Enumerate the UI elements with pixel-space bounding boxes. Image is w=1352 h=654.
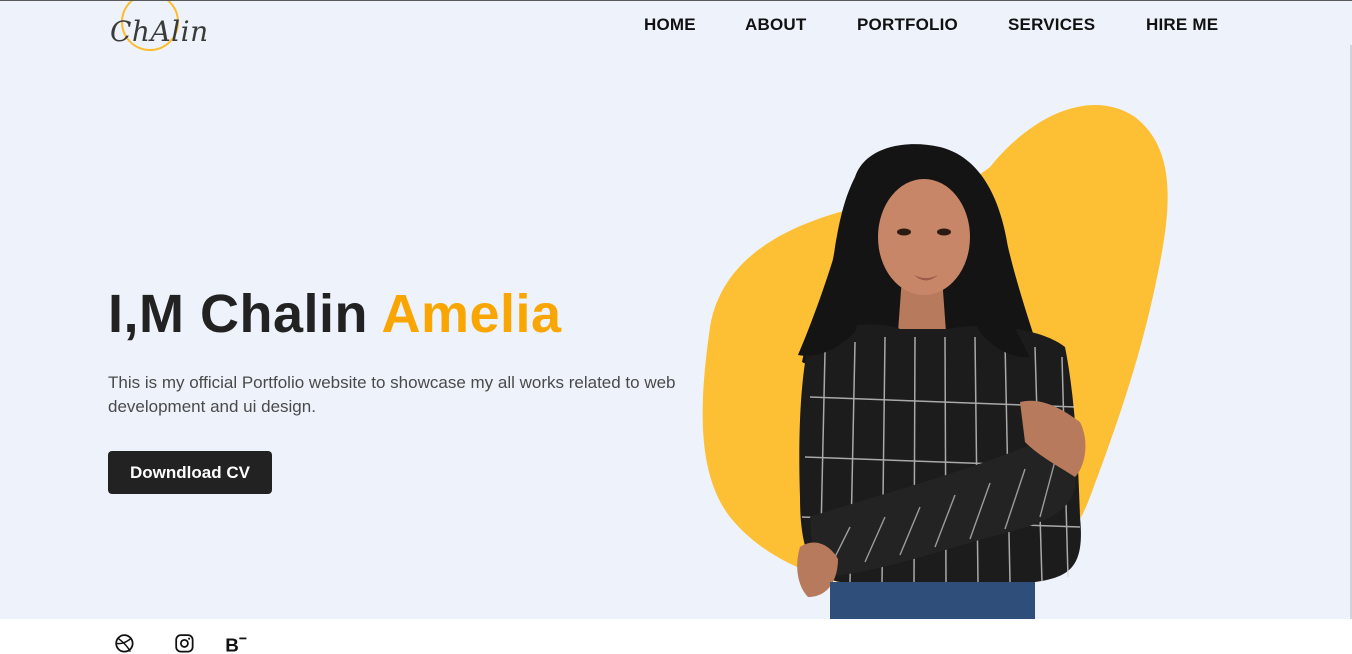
right-eye	[937, 228, 951, 236]
hero-title: I,M Chalin Amelia	[108, 283, 562, 345]
logo-text: ChAlin	[110, 15, 209, 48]
download-cv-button[interactable]: Downdload CV	[108, 451, 272, 494]
nav-portfolio[interactable]: PORTFOLIO	[857, 15, 958, 35]
hero-section: ChAlin HOME ABOUT PORTFOLIO SERVICES HIR…	[0, 1, 1352, 619]
hero-title-highlight: Amelia	[381, 284, 562, 344]
hero-description: This is my official Portfolio website to…	[108, 373, 676, 416]
face	[878, 179, 970, 295]
instagram-icon[interactable]	[168, 634, 202, 654]
jeans	[830, 582, 1035, 619]
site-logo[interactable]: ChAlin	[108, 1, 220, 57]
nav-hire-me[interactable]: HIRE ME	[1146, 15, 1218, 35]
hero-title-name: I,M Chalin	[108, 284, 368, 344]
nav-about[interactable]: ABOUT	[745, 15, 806, 35]
dribbble-icon[interactable]	[108, 634, 142, 654]
left-eye	[897, 228, 911, 236]
portrait-illustration	[702, 105, 1168, 619]
svg-text:B: B	[225, 635, 239, 654]
nav-services[interactable]: SERVICES	[1008, 15, 1095, 35]
nav-home[interactable]: HOME	[644, 15, 696, 35]
behance-icon[interactable]: B	[220, 634, 254, 654]
